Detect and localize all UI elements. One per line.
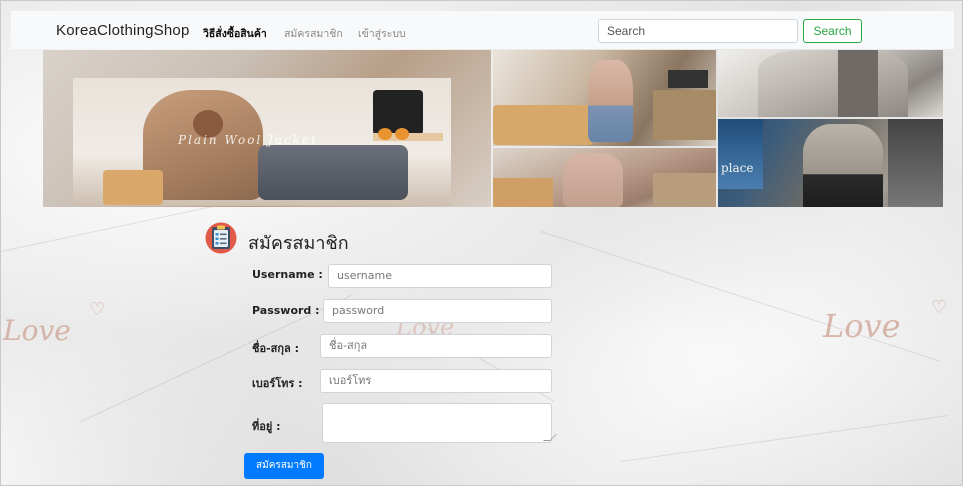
nav-link-register[interactable]: สมัครสมาชิก: [284, 25, 343, 42]
clipboard-form-icon: [204, 222, 238, 254]
address-label: ที่อยู่ :: [252, 420, 281, 433]
phone-input[interactable]: เบอร์โทร: [320, 369, 552, 393]
banner-photo-cafe-2: [493, 148, 716, 207]
phone-label: เบอร์โทร :: [252, 377, 303, 390]
banner-photo-cafe: [493, 50, 716, 146]
fullname-input[interactable]: ชื่อ-สกุล: [320, 334, 552, 358]
banner-caption: Plain Wool Jacket: [178, 133, 318, 147]
banner-photo-street: place: [718, 119, 943, 207]
heart-icon: ♡: [931, 297, 948, 318]
marble-vein: [620, 415, 948, 462]
brand-logo-text[interactable]: KoreaClothingShop: [56, 22, 190, 39]
username-input[interactable]: username: [328, 264, 552, 288]
register-submit-button[interactable]: สมัครสมาชิก: [244, 453, 324, 479]
love-decor-left: Love: [3, 314, 71, 347]
username-label: Username :: [252, 268, 323, 281]
page-frame: KoreaClothingShop วิธีสั่งซื้อสินค้า สมั…: [0, 0, 963, 486]
banner-main-photo: Plain Wool Jacket: [43, 50, 491, 207]
love-decor-right: Love: [823, 307, 901, 345]
banner-street-sign: place: [721, 161, 754, 175]
password-input[interactable]: password: [323, 299, 552, 323]
search-input[interactable]: Search: [598, 19, 798, 43]
heart-icon: ♡: [89, 299, 106, 320]
form-title: สมัครสมาชิก: [248, 233, 349, 254]
fullname-label: ชื่อ-สกุล :: [252, 342, 299, 355]
password-label: Password :: [252, 304, 320, 317]
search-button[interactable]: Search: [803, 19, 862, 43]
resize-handle-icon[interactable]: [543, 434, 557, 441]
address-textarea[interactable]: [322, 403, 557, 443]
nav-link-how-to-order[interactable]: วิธีสั่งซื้อสินค้า: [203, 25, 267, 42]
nav-link-login[interactable]: เข้าสู่ระบบ: [358, 25, 406, 42]
navbar: KoreaClothingShop วิธีสั่งซื้อสินค้า สมั…: [11, 11, 954, 49]
banner-collage: Plain Wool Jacket place: [43, 50, 943, 207]
banner-photo-coat-closeup: [718, 50, 943, 117]
